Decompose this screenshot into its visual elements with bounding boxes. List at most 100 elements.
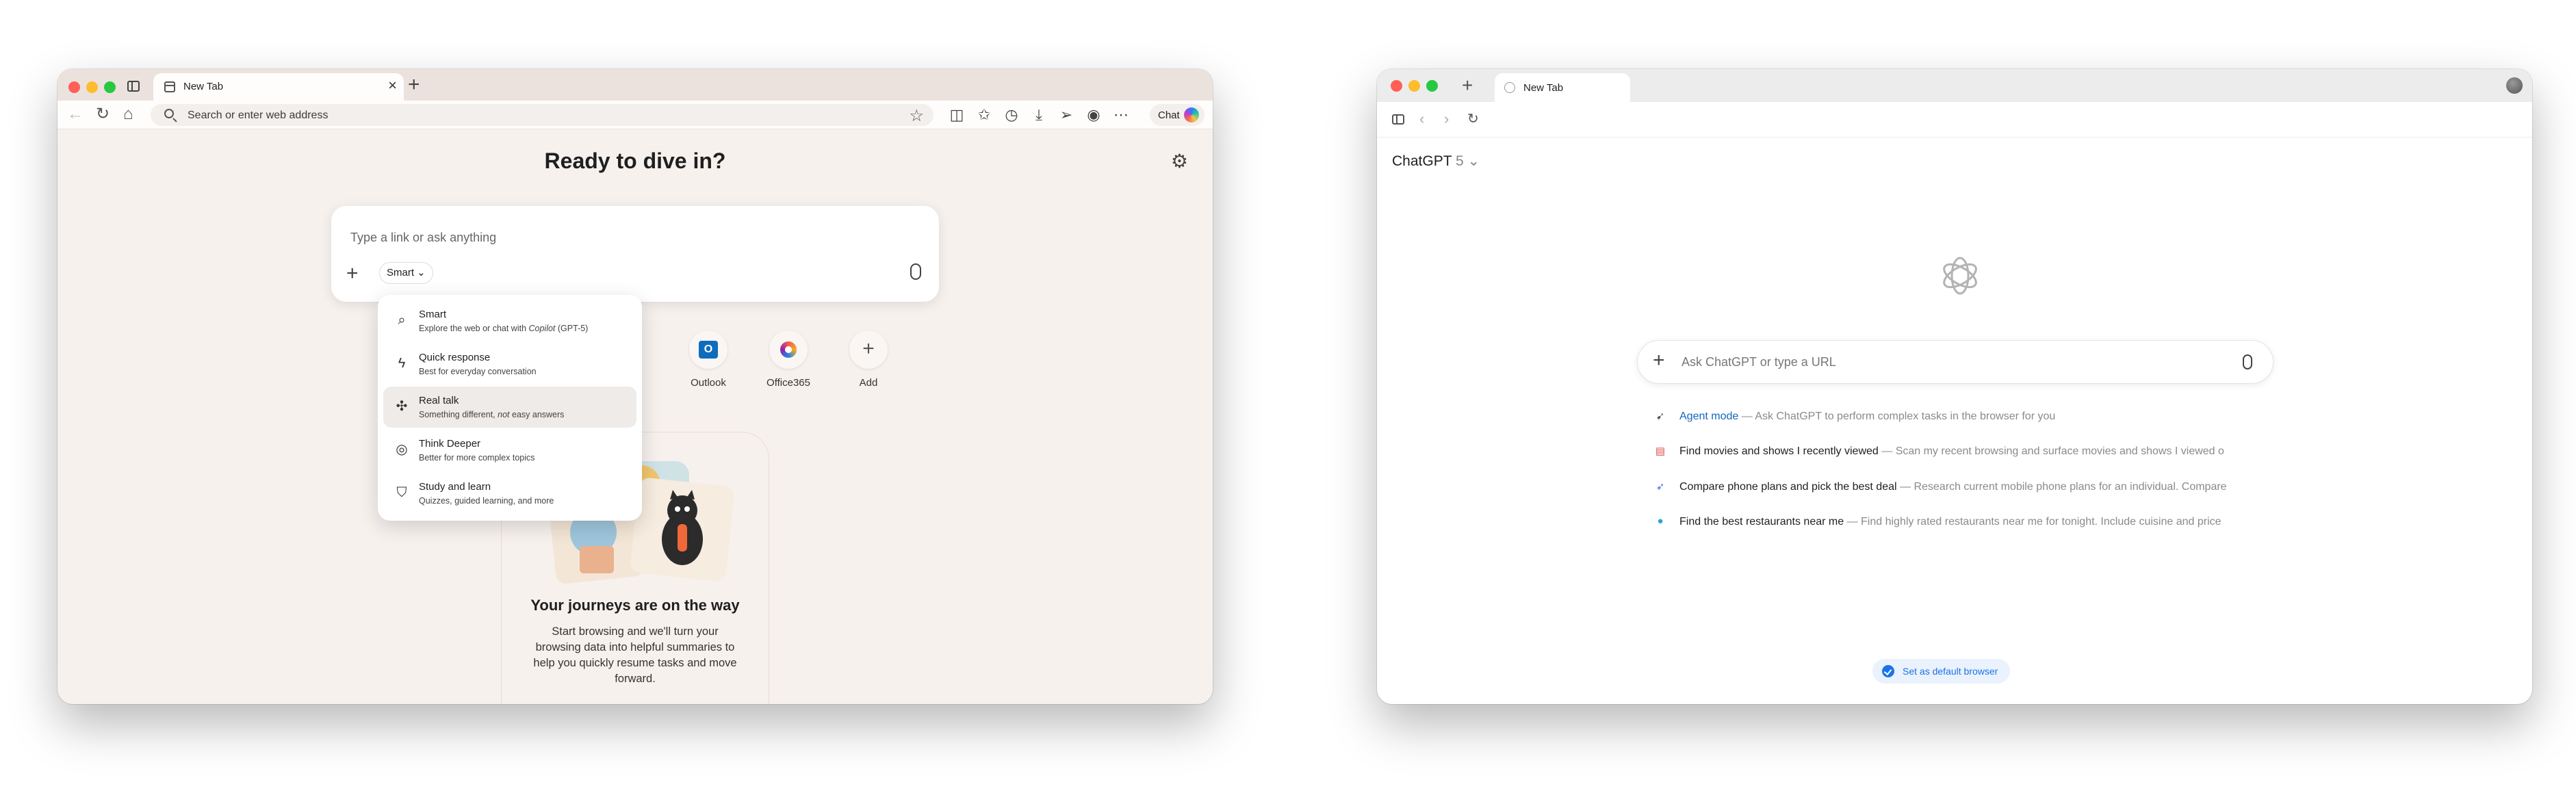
toolbar: ‹ › ↻: [1377, 102, 2532, 138]
tab-strip: + New Tab: [1377, 69, 2532, 102]
search-box[interactable]: Type a link or ask anything + Smart ⌄: [331, 206, 939, 302]
tab-favicon-icon: [1504, 82, 1515, 93]
menu-item-quick-response[interactable]: ϟ Quick response Best for everyday conve…: [383, 343, 636, 385]
ask-box[interactable]: + Ask ChatGPT or type a URL: [1637, 340, 2274, 384]
profile-icon[interactable]: ◉: [1084, 106, 1103, 124]
check-badge-icon: [1882, 665, 1894, 677]
menu-item-description: Something different, not easy answers: [419, 410, 565, 419]
suggestion-title: Find the best restaurants near me: [1679, 516, 1844, 528]
outlook-icon: O: [699, 341, 718, 359]
suggestion-description: — Scan my recent browsing and surface mo…: [1878, 445, 2224, 457]
menu-item-description: Quizzes, guided learning, and more: [419, 496, 554, 506]
address-bar[interactable]: Search or enter web address ☆: [151, 104, 933, 126]
microphone-icon[interactable]: [2243, 354, 2252, 369]
mode-selector[interactable]: Smart ⌄: [379, 262, 433, 284]
tab-title: New Tab: [183, 81, 224, 92]
journeys-title: Your journeys are on the way: [530, 597, 740, 614]
graduation-cap-icon: ⛉: [396, 485, 407, 500]
avatar[interactable]: [2506, 77, 2523, 94]
downloads-icon[interactable]: ⤓: [1029, 106, 1048, 124]
film-icon: ▤: [1655, 445, 1666, 457]
shortcut-outlook[interactable]: O Outlook: [674, 330, 743, 389]
shortcut-label: Office365: [767, 377, 810, 389]
mode-dropdown-menu: ⌕ Smart Explore the web or chat with Cop…: [378, 295, 642, 521]
search-icon: ⌕: [398, 313, 406, 328]
lightning-icon: ϟ: [398, 356, 406, 371]
set-default-browser-button[interactable]: Set as default browser: [1872, 659, 2011, 684]
shortcut-label: Outlook: [691, 377, 726, 389]
menu-item-think-deeper[interactable]: ◎ Think Deeper Better for more complex t…: [383, 430, 636, 471]
menu-item-title: Think Deeper: [419, 438, 481, 450]
office365-icon: [780, 341, 797, 358]
back-icon[interactable]: ‹: [1419, 110, 1424, 128]
new-tab-button[interactable]: +: [1462, 76, 1473, 95]
real-talk-icon: ✣: [396, 399, 408, 414]
tab-actions-icon[interactable]: [127, 81, 140, 92]
send-icon[interactable]: ➢: [1057, 106, 1076, 124]
zoom-window-button[interactable]: [1426, 80, 1438, 92]
atlas-window: + New Tab ‹ › ↻ ChatGPT 5 ⌄ + Ask ChatGP…: [1377, 69, 2532, 704]
page-title: Ready to dive in?: [544, 148, 726, 173]
tab-close-icon[interactable]: ×: [388, 77, 397, 94]
tab-new-tab[interactable]: New Tab ×: [153, 73, 404, 101]
microphone-icon[interactable]: [910, 263, 921, 280]
zoom-window-button[interactable]: [104, 81, 116, 93]
minimize-window-button[interactable]: [86, 81, 98, 93]
suggestion-description: — Find highly rated restaurants near me …: [1844, 516, 2221, 528]
journeys-description: Start browsing and we'll turn your brows…: [533, 625, 737, 685]
menu-item-description: Best for everyday conversation: [419, 367, 537, 376]
plus-icon: +: [862, 337, 875, 360]
suggestion-title: Agent mode: [1679, 411, 1739, 422]
chatgpt-logo-icon: [1943, 257, 1977, 295]
refresh-icon[interactable]: ↻: [1467, 110, 1479, 128]
gear-icon[interactable]: ⚙: [1171, 150, 1188, 172]
agent-icon: ➹: [1656, 411, 1665, 422]
close-window-button[interactable]: [68, 81, 80, 93]
model-name: ChatGPT: [1392, 153, 1452, 169]
menu-item-real-talk[interactable]: ✣ Real talk Something different, not eas…: [383, 387, 636, 428]
shortcut-add[interactable]: + Add: [834, 330, 903, 389]
think-deeper-icon: ◎: [396, 442, 408, 457]
model-selector[interactable]: ChatGPT 5 ⌄: [1392, 153, 1480, 170]
more-icon[interactable]: ⋯: [1111, 106, 1131, 124]
favorites-icon[interactable]: ✩: [975, 106, 994, 124]
chevron-down-icon: ⌄: [1467, 153, 1480, 169]
menu-item-smart[interactable]: ⌕ Smart Explore the web or chat with Cop…: [383, 300, 636, 341]
add-plus-icon[interactable]: +: [346, 263, 359, 284]
suggestion-title: Find movies and shows I recently viewed: [1679, 445, 1879, 457]
menu-item-title: Real talk: [419, 395, 459, 406]
suggestion-agent-mode[interactable]: ➹ Agent mode — Ask ChatGPT to perform co…: [1653, 407, 2256, 428]
edge-window: New Tab × + ← ↻ ⌂ Search or enter web ad…: [57, 69, 1213, 704]
menu-item-title: Quick response: [419, 352, 491, 363]
split-screen-icon[interactable]: ◫: [947, 106, 966, 124]
tab-new-tab[interactable]: New Tab: [1495, 73, 1630, 102]
refresh-icon[interactable]: ↻: [96, 106, 110, 122]
model-version: 5: [1456, 153, 1464, 169]
set-default-browser-label: Set as default browser: [1903, 666, 1998, 677]
menu-item-description: Better for more complex topics: [419, 453, 535, 463]
history-icon[interactable]: ◷: [1002, 106, 1021, 124]
favorite-star-icon[interactable]: ☆: [909, 106, 924, 126]
tab-strip: New Tab × +: [57, 69, 1213, 101]
globe-icon: ●: [1657, 515, 1664, 527]
suggestion-restaurants[interactable]: ● Find the best restaurants near me — Fi…: [1653, 512, 2256, 533]
minimize-window-button[interactable]: [1408, 80, 1420, 92]
close-window-button[interactable]: [1391, 80, 1402, 92]
ask-input[interactable]: Ask ChatGPT or type a URL: [1682, 355, 1836, 369]
sidebar-toggle-icon[interactable]: [1392, 114, 1404, 125]
search-input[interactable]: Type a link or ask anything: [350, 231, 496, 245]
menu-item-study-and-learn[interactable]: ⛉ Study and learn Quizzes, guided learni…: [383, 473, 636, 514]
home-icon[interactable]: ⌂: [123, 106, 133, 122]
back-icon[interactable]: ←: [67, 106, 83, 122]
forward-icon[interactable]: ›: [1444, 110, 1449, 128]
copilot-chat-button[interactable]: Chat: [1150, 104, 1205, 126]
address-placeholder: Search or enter web address: [188, 109, 329, 121]
shortcut-office365[interactable]: Office365: [754, 330, 823, 389]
new-tab-button[interactable]: +: [408, 75, 420, 95]
shortcut-label: Add: [859, 377, 878, 389]
suggestion-phone-plans[interactable]: ➶ Compare phone plans and pick the best …: [1653, 478, 2256, 498]
suggestion-movies[interactable]: ▤ Find movies and shows I recently viewe…: [1653, 442, 2256, 463]
menu-item-title: Smart: [419, 309, 447, 320]
new-tab-favicon-icon: [164, 81, 175, 92]
add-plus-icon[interactable]: +: [1653, 350, 1665, 371]
